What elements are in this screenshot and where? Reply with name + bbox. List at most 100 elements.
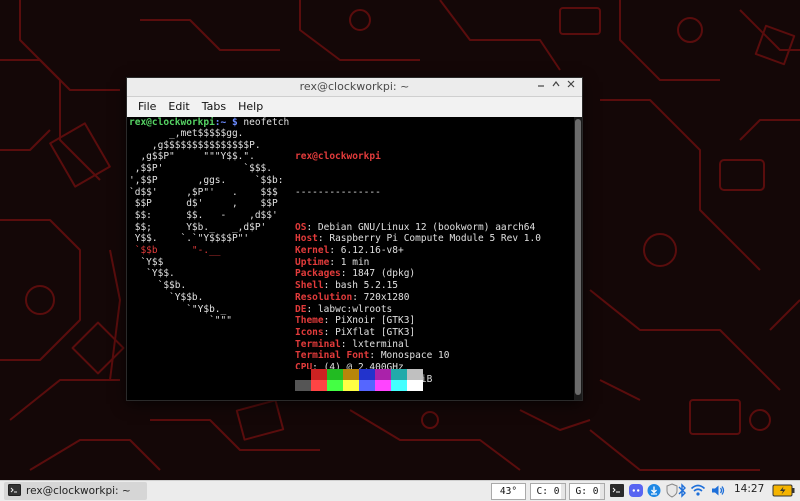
info-colon: : [352, 291, 364, 303]
menu-edit[interactable]: Edit [162, 97, 195, 117]
info-key: Icons [295, 326, 324, 338]
info-key: Terminal [295, 338, 341, 350]
info-key: Host [295, 233, 318, 245]
scroll-thumb[interactable] [575, 119, 581, 395]
logo-line: `Y$$ [129, 256, 164, 268]
info-value: bash 5.2.15 [335, 280, 398, 292]
info-row: Kernel: 6.12.16-v8+ [295, 245, 541, 257]
info-row: OS: Debian GNU/Linux 12 (bookworm) aarch… [295, 222, 541, 234]
minimize-icon[interactable] [534, 79, 548, 94]
info-key: Theme [295, 315, 324, 327]
info-row: Resolution: 720x1280 [295, 292, 541, 304]
color-swatch [375, 369, 391, 380]
info-row: Packages: 1847 (dpkg) [295, 268, 541, 280]
info-row: Terminal: lxterminal [295, 339, 541, 351]
taskbar-terminal-label: rex@clockworkpi: ~ [26, 485, 131, 497]
menu-bar: File Edit Tabs Help [127, 97, 582, 117]
logo-line: `"Y$b._ [129, 303, 227, 315]
color-swatch [391, 380, 407, 391]
menu-file[interactable]: File [132, 97, 162, 117]
color-swatch [391, 369, 407, 380]
info-colon: : [317, 233, 330, 245]
color-swatch [295, 380, 311, 391]
color-swatch [295, 369, 311, 380]
info-header: rex@clockworkpi [295, 151, 381, 163]
color-swatch [375, 380, 391, 391]
gpu-monitor[interactable]: G: 0 [569, 483, 605, 500]
color-swatch [359, 369, 375, 380]
color-swatch [407, 380, 423, 391]
info-value: Debian GNU/Linux 12 (bookworm) aarch64 [317, 221, 536, 233]
info-row: Terminal Font: Monospace 10 [295, 350, 541, 362]
info-row: Host: Raspberry Pi Compute Module 5 Rev … [295, 233, 541, 245]
info-key: Uptime [295, 256, 330, 268]
color-swatch [407, 369, 423, 380]
color-swatch [343, 369, 359, 380]
debian-ascii-logo: _,met$$$$$gg. ,g$$$$$$$$$$$$$$$P. ,g$$P"… [129, 128, 283, 327]
info-row: Icons: PiXflat [GTK3] [295, 327, 541, 339]
info-row: Uptime: 1 min [295, 257, 541, 269]
close-icon[interactable] [564, 79, 578, 94]
info-colon: : [329, 256, 341, 268]
terminal-output[interactable]: rex@clockworkpi:~ $ neofetch _,met$$$$$g… [127, 117, 574, 400]
terminal-window[interactable]: rex@clockworkpi: ~ File Edit Tabs Help r… [127, 78, 582, 400]
info-row: DE: labwc:wlroots [295, 304, 541, 316]
info-value: Raspberry Pi Compute Module 5 Rev 1.0 [329, 233, 541, 245]
menu-tabs[interactable]: Tabs [196, 97, 232, 117]
info-colon: : [369, 350, 381, 362]
color-swatch [327, 369, 343, 380]
info-colon: : [340, 268, 353, 280]
command-line: rex@clockworkpi:~ $ neofetch [129, 117, 289, 129]
info-value: PiXnoir [GTK3] [335, 315, 416, 327]
palette-normal-row [295, 369, 423, 380]
volume-icon[interactable] [710, 483, 726, 501]
temperature-monitor[interactable]: 43° [491, 483, 526, 500]
download-icon[interactable] [646, 483, 662, 501]
discord-icon[interactable] [628, 483, 644, 501]
maximize-icon[interactable] [549, 79, 563, 94]
logo-line: `$$b "-.__ [129, 245, 221, 257]
logo-line: ',$$P ,ggs. `$$b: [129, 174, 284, 186]
info-value: 720x1280 [363, 291, 410, 303]
taskbar: rex@clockworkpi: ~ 43° C: 0 G: 0 14:27 [0, 480, 800, 501]
cpu-label: C: 0 [536, 486, 560, 497]
logo-line: `""" [129, 315, 232, 327]
info-value: 6.12.16-v8+ [340, 245, 404, 257]
battery-icon[interactable] [772, 483, 796, 501]
color-swatch [327, 380, 343, 391]
prompt-path: :~ $ [214, 117, 238, 128]
info-key: DE [295, 303, 307, 315]
info-colon: : [306, 303, 318, 315]
scrollbar[interactable] [574, 117, 582, 400]
logo-line: `d$$' ,$P"' . $$$ [129, 186, 278, 198]
info-key: Terminal Font [295, 350, 370, 362]
info-colon: : [329, 245, 341, 257]
system-info: rex@clockworkpi --------------- OS: Debi… [295, 128, 541, 400]
info-value: 1847 (dpkg) [352, 268, 416, 280]
color-swatch [359, 380, 375, 391]
logo-line: $$P d$' , $$P [129, 198, 278, 210]
color-palette [295, 369, 423, 391]
color-swatch [311, 380, 327, 391]
info-key: Resolution [295, 291, 353, 303]
logo-line: _,met$$$$$gg. [129, 128, 244, 139]
bluetooth-icon[interactable] [676, 483, 688, 501]
logo-line: ,$$P' `$$$. [129, 163, 272, 175]
info-colon: : [323, 326, 336, 338]
terminal-icon[interactable] [609, 483, 625, 501]
taskbar-terminal-button[interactable]: rex@clockworkpi: ~ [4, 482, 147, 500]
info-row: Shell: bash 5.2.15 [295, 280, 541, 292]
logo-line: `$$b. [129, 280, 187, 292]
info-value: Monospace 10 [380, 350, 450, 362]
logo-line: $$; Y$b._ _,d$P' [129, 221, 267, 233]
info-separator: --------------- [295, 186, 381, 198]
info-value: 1 min [340, 256, 370, 268]
window-titlebar[interactable]: rex@clockworkpi: ~ [127, 78, 582, 97]
palette-bright-row [295, 380, 423, 391]
cpu-monitor[interactable]: C: 0 [530, 483, 566, 500]
menu-help[interactable]: Help [232, 97, 269, 117]
info-key: Packages [295, 268, 341, 280]
clock[interactable]: 14:27 [734, 483, 764, 495]
wifi-icon[interactable] [690, 483, 706, 501]
info-key: OS [295, 221, 307, 233]
